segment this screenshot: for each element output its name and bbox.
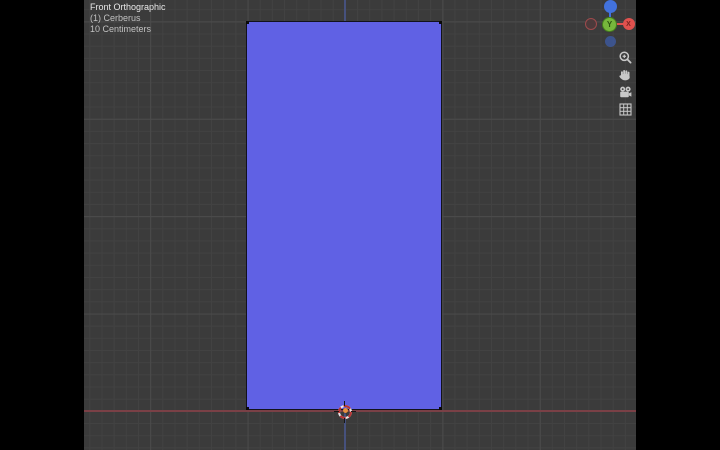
vertex-dot: [439, 407, 442, 410]
vertex-dot: [439, 21, 442, 24]
3d-cursor-crosshair: [344, 417, 346, 423]
mesh-object-cerberus[interactable]: [246, 21, 442, 410]
gizmo-y-positive-handle[interactable]: Y: [602, 16, 617, 32]
camera-view-button[interactable]: [617, 84, 633, 100]
3d-cursor-crosshair: [333, 411, 339, 413]
gizmo-z-negative-handle[interactable]: [604, 36, 616, 47]
3d-cursor-ring-dashes: [337, 404, 352, 419]
grid-icon: [618, 103, 632, 116]
3d-cursor-crosshair: [344, 400, 346, 406]
toggle-grid-view-button[interactable]: [617, 102, 633, 118]
gizmo-x-negative-handle[interactable]: [585, 18, 597, 30]
viewport-header-overlay: Front Orthographic (1) Cerberus 10 Centi…: [90, 2, 166, 35]
vertex-dot: [246, 21, 249, 24]
x-axis-line: [84, 410, 636, 412]
3d-cursor-crosshair: [350, 411, 356, 413]
vertex-dot: [246, 407, 249, 410]
movie-camera-icon: [619, 86, 631, 97]
zoom-button[interactable]: [617, 49, 633, 65]
gizmo-x-positive-handle[interactable]: X: [622, 18, 635, 30]
pan-button[interactable]: [617, 67, 633, 83]
magnifier-plus-icon: [618, 50, 632, 64]
grid-scale-label: 10 Centimeters: [90, 24, 152, 34]
3d-viewport[interactable]: Front Orthographic (1) Cerberus 10 Centi…: [84, 0, 636, 450]
viewport-toolbar: [617, 49, 633, 119]
hand-icon: [618, 70, 630, 81]
active-collection-label: (1) Cerberus: [90, 13, 141, 23]
gizmo-z-positive-handle[interactable]: [603, 0, 617, 13]
app-window: { "viewport": { "header": { "view_mode":…: [0, 0, 720, 450]
view-mode-label: Front Orthographic: [90, 2, 166, 12]
